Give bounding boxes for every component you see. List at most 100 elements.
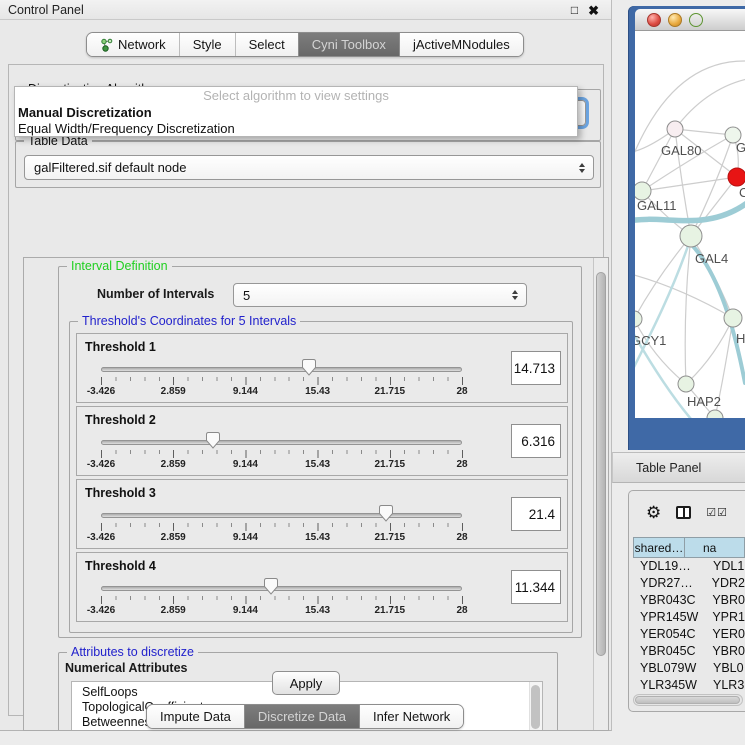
apply-button[interactable]: Apply	[272, 671, 340, 695]
network-edge[interactable]	[685, 236, 691, 384]
network-edge[interactable]	[675, 129, 733, 135]
cell-name: YBR0	[707, 643, 745, 660]
cell-name: YDL1	[708, 558, 744, 575]
cell-shared-name: YDR27…	[633, 575, 707, 592]
columns-icon[interactable]	[676, 506, 691, 519]
tick-label: 9.144	[233, 386, 258, 397]
cell-shared-name: YLR345W	[633, 677, 708, 692]
control-panel-titlebar[interactable]: Control Panel □ ✖	[0, 0, 611, 20]
threshold-label: Threshold 2	[85, 413, 156, 427]
tab-label: Discretize Data	[258, 709, 346, 724]
tick-label: 9.144	[233, 459, 258, 470]
slider-track[interactable]	[101, 367, 462, 372]
threshold-panel-3: Threshold 3 -3.4262.8599.14415.4321.71528…	[76, 479, 568, 549]
network-window-titlebar[interactable]	[635, 9, 745, 31]
cell-name: YBL0	[708, 660, 744, 677]
table-row[interactable]: YBR043CYBR0	[633, 592, 745, 609]
table-row[interactable]: YPR145WYPR1	[633, 609, 745, 626]
table-hscrollbar-thumb[interactable]	[635, 696, 740, 704]
threshold-slider[interactable]: -3.4262.8599.14415.4321.71528	[101, 433, 462, 473]
table-panel-bar[interactable]: Table Panel	[612, 452, 745, 483]
tab-select[interactable]: Select	[235, 33, 298, 56]
tab-infer-network[interactable]: Infer Network	[359, 705, 463, 728]
algorithm-option-manual-discretization[interactable]: Manual Discretization	[15, 105, 577, 121]
threshold-value-field[interactable]: 14.713	[511, 351, 561, 385]
tab-discretize-data[interactable]: Discretize Data	[244, 705, 359, 728]
threshold-value-field[interactable]: 6.316	[511, 424, 561, 458]
threshold-value-field[interactable]: 11.344	[511, 570, 561, 604]
tab-network[interactable]: Network	[87, 33, 179, 56]
network-node-gal4[interactable]	[680, 225, 702, 247]
cell-name: YER0	[707, 626, 745, 643]
tick-label: 9.144	[233, 605, 258, 616]
threshold-value-field[interactable]: 21.4	[511, 497, 561, 531]
interval-definition-legend: Interval Definition	[67, 259, 172, 273]
algorithm-popup: Select algorithm to view settings Manual…	[14, 86, 578, 137]
close-icon[interactable]: ✖	[588, 4, 599, 17]
tick-label: -3.426	[87, 605, 115, 616]
slider-tick-labels: -3.4262.8599.14415.4321.71528	[101, 605, 462, 617]
checkbox-icons[interactable]: ☑☑	[706, 506, 728, 519]
tick-label: 21.715	[375, 459, 406, 470]
network-node-c[interactable]	[728, 168, 745, 186]
bottom-tab-bar: Impute Data Discretize Data Infer Network	[146, 704, 464, 729]
window-controls	[647, 13, 703, 27]
slider-track[interactable]	[101, 586, 462, 591]
table-row[interactable]: YDR27…YDR2	[633, 575, 745, 592]
tab-impute-data[interactable]: Impute Data	[147, 705, 244, 728]
table-row[interactable]: YER054CYER0	[633, 626, 745, 643]
network-node-label: C	[739, 185, 745, 200]
list-scrollbar-thumb[interactable]	[531, 685, 540, 729]
table-column-header-shared[interactable]: shared…	[633, 537, 685, 558]
network-edge[interactable]	[635, 243, 689, 377]
slider-ticks	[101, 523, 463, 531]
threshold-slider[interactable]: -3.4262.8599.14415.4321.71528	[101, 579, 462, 619]
table-row[interactable]: YLR345WYLR3	[633, 677, 745, 692]
network-node-hap2[interactable]	[678, 376, 694, 392]
network-edge[interactable]	[675, 79, 745, 129]
cell-name: YDR2	[707, 575, 745, 592]
cell-shared-name: YDL19…	[633, 558, 708, 575]
float-window-icon[interactable]: □	[571, 4, 578, 16]
settings-scrollbar-thumb[interactable]	[596, 272, 606, 656]
slider-track[interactable]	[101, 440, 462, 445]
tick-label: 28	[456, 386, 467, 397]
tab-style[interactable]: Style	[179, 33, 235, 56]
tab-cyni-toolbox[interactable]: Cyni Toolbox	[298, 33, 399, 56]
network-canvas[interactable]: GAL80GACGAL11GAL4GCY1HHAP2	[635, 31, 745, 418]
table-row[interactable]: YBR045CYBR0	[633, 643, 745, 660]
threshold-slider[interactable]: -3.4262.8599.14415.4321.71528	[101, 360, 462, 400]
tick-label: -3.426	[87, 459, 115, 470]
network-edge[interactable]	[642, 177, 737, 191]
cell-shared-name: YBR043C	[633, 592, 707, 609]
algorithm-option-equal-width-frequency-discretization[interactable]: Equal Width/Frequency Discretization	[15, 121, 577, 137]
table-row[interactable]: YBL079WYBL0	[633, 660, 745, 677]
table-data-combo[interactable]: galFiltered.sif default node	[24, 155, 594, 180]
network-node-h[interactable]	[724, 309, 742, 327]
top-tab-bar: NetworkStyleSelectCyni ToolboxjActiveMNo…	[86, 32, 524, 57]
mac-close-icon[interactable]	[647, 13, 661, 27]
tick-label: 21.715	[375, 605, 406, 616]
control-panel-window: Control Panel □ ✖ NetworkStyleSelectCyni…	[0, 0, 612, 731]
cell-shared-name: YBL079W	[633, 660, 708, 677]
cell-shared-name: YBR045C	[633, 643, 707, 660]
mac-zoom-icon[interactable]	[689, 13, 703, 27]
network-edge[interactable]	[686, 318, 733, 384]
threshold-label: Threshold 3	[85, 486, 156, 500]
tab-jactivemnodules[interactable]: jActiveMNodules	[399, 33, 523, 56]
cell-shared-name: YER054C	[633, 626, 707, 643]
threshold-slider[interactable]: -3.4262.8599.14415.4321.71528	[101, 506, 462, 546]
tick-label: 2.859	[161, 459, 186, 470]
network-node-gal80[interactable]	[667, 121, 683, 137]
number-of-intervals-combo[interactable]: 5	[233, 283, 527, 307]
slider-track[interactable]	[101, 513, 462, 518]
table-column-header-na[interactable]: na	[685, 537, 745, 558]
network-edge[interactable]	[642, 129, 675, 191]
mac-minimize-icon[interactable]	[668, 13, 682, 27]
table-hscrollbar[interactable]	[633, 694, 743, 706]
settings-scrollbar[interactable]	[593, 258, 608, 730]
network-node-gcy1[interactable]	[635, 311, 642, 327]
gear-icon[interactable]: ⚙	[646, 504, 661, 521]
table-row[interactable]: YDL19…YDL1	[633, 558, 745, 575]
network-edge[interactable]	[635, 273, 733, 318]
